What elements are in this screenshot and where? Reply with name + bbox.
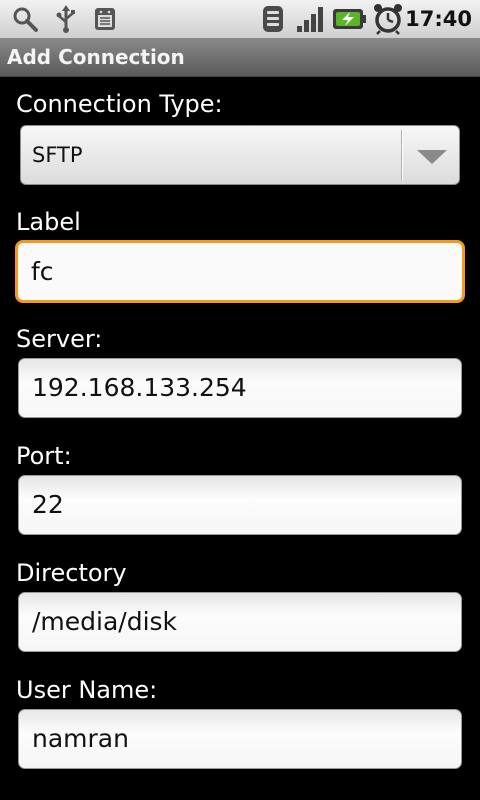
directory-input[interactable]: /media/disk	[18, 592, 462, 652]
page-title: Add Connection	[7, 45, 185, 69]
connection-type-dropdown[interactable]: SFTP	[20, 125, 460, 185]
chevron-down-icon	[415, 148, 449, 170]
wifi-icon	[258, 4, 288, 34]
usb-icon	[50, 4, 82, 34]
port-input[interactable]: 22	[18, 475, 462, 535]
port-label: Port:	[16, 442, 72, 470]
title-bar: Add Connection	[0, 38, 480, 77]
status-clock: 17:40	[405, 7, 472, 31]
label-input[interactable]: fc	[15, 240, 465, 303]
alarm-clock-icon	[370, 4, 406, 35]
user-name-label: User Name:	[16, 676, 158, 704]
signal-icon	[294, 4, 328, 34]
directory-label: Directory	[16, 559, 127, 587]
android-debug-icon	[88, 4, 122, 34]
battery-charging-icon	[332, 4, 368, 34]
user-name-input[interactable]: namran	[18, 709, 462, 769]
status-bar: 17:40	[0, 0, 480, 38]
server-input[interactable]: 192.168.133.254	[18, 358, 462, 418]
connection-type-value: SFTP	[32, 143, 83, 167]
label-field-label: Label	[16, 208, 81, 236]
connection-type-label: Connection Type:	[16, 90, 223, 118]
server-label: Server:	[16, 325, 103, 353]
search-icon	[8, 4, 42, 34]
dropdown-divider	[401, 130, 402, 180]
